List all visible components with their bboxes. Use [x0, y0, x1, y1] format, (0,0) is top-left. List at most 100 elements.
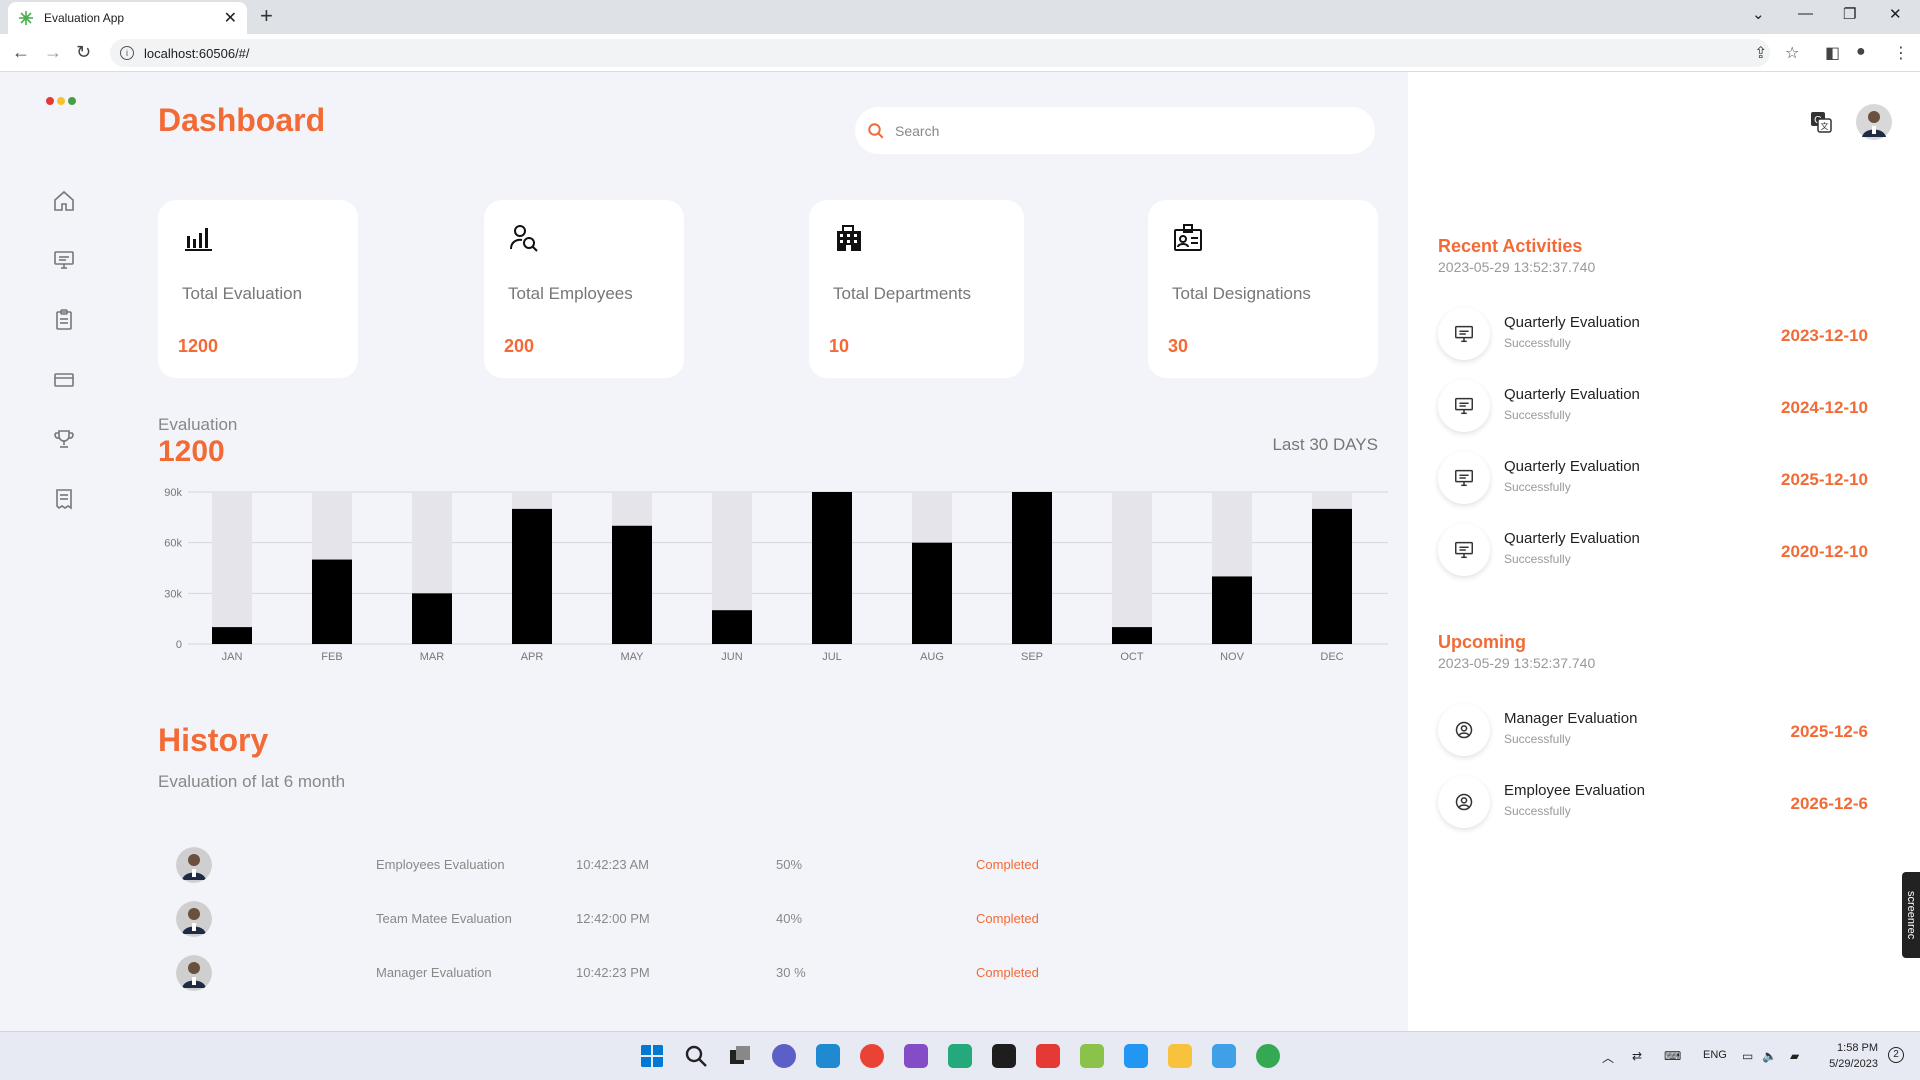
display-icon[interactable]: ▭ [1742, 1049, 1753, 1063]
trophy-icon[interactable] [52, 427, 76, 451]
search-icon [868, 122, 884, 138]
bar-sep[interactable] [1012, 492, 1052, 644]
bar-mar[interactable] [412, 593, 452, 644]
item-status: Successfully [1504, 336, 1571, 350]
item-title: Quarterly Evaluation [1504, 458, 1640, 475]
tab-title: Evaluation App [44, 11, 125, 25]
bookmark-star-icon[interactable]: ☆ [1785, 43, 1799, 63]
item-status: Successfully [1504, 408, 1571, 422]
item-date: 2020-12-10 [1781, 542, 1868, 561]
bar-aug[interactable] [912, 542, 952, 644]
history-row[interactable]: Employees Evaluation 10:42:23 AM 50% Comple… [176, 847, 1276, 883]
item-date: 2025-12-10 [1781, 470, 1868, 489]
recent-item[interactable]: Quarterly Evaluation Successfully 2024-12-… [1438, 380, 1868, 432]
chrome-icon[interactable] [1256, 1044, 1280, 1068]
receipt-icon[interactable] [52, 487, 76, 511]
side-panel-icon[interactable]: ◧ [1825, 43, 1840, 63]
history-time: 10:42:23 PM [576, 965, 650, 980]
bar-jan[interactable] [212, 627, 252, 644]
tray-chevron-icon[interactable]: ︿ [1602, 1049, 1614, 1066]
site-info-icon[interactable]: i [120, 46, 134, 60]
upcoming-item[interactable]: Manager Evaluation Successfully 2025-12-6 [1438, 704, 1868, 756]
file-explorer-icon[interactable] [1168, 1044, 1192, 1068]
restore-icon[interactable]: ❐ [1843, 5, 1856, 23]
volume-icon[interactable]: 🔈 [1762, 1049, 1777, 1063]
id-card-icon [1174, 224, 1202, 251]
battery-icon[interactable]: ▰ [1790, 1049, 1799, 1063]
green-dot-icon [68, 97, 76, 105]
avatar [176, 901, 212, 937]
upcoming-item[interactable]: Employee Evaluation Successfully 2026-12-6 [1438, 776, 1868, 828]
figma-icon[interactable] [992, 1044, 1016, 1068]
chrome-canary-icon[interactable] [860, 1044, 884, 1068]
user-avatar[interactable] [1856, 104, 1892, 140]
card-value: 200 [504, 336, 535, 356]
search-box[interactable] [855, 107, 1375, 154]
reload-icon[interactable]: ↻ [76, 42, 91, 63]
x-tick-label: JUL [822, 651, 842, 662]
recent-item[interactable]: Quarterly Evaluation Successfully 2020-12-… [1438, 524, 1868, 576]
keyboard-icon[interactable]: ⌨ [1664, 1049, 1681, 1063]
monitor-icon[interactable] [52, 248, 76, 272]
taskbar-search-icon[interactable] [684, 1044, 708, 1068]
system-clock[interactable]: 1:58 PM 5/29/2023 [1818, 1040, 1878, 1072]
vscode-green-icon[interactable] [948, 1044, 972, 1068]
anydesk-icon[interactable] [1036, 1044, 1060, 1068]
app-favicon-icon [19, 11, 33, 25]
monitor-icon [1438, 452, 1490, 504]
search-input[interactable] [895, 122, 1335, 139]
vscode-icon[interactable] [816, 1044, 840, 1068]
bar-oct[interactable] [1112, 627, 1152, 644]
card-total-designations[interactable]: Total Designations 30 [1148, 200, 1378, 378]
tray-sync-icon[interactable]: ⇄ [1632, 1049, 1642, 1063]
item-title: Manager Evaluation [1504, 710, 1638, 727]
teams-icon[interactable] [772, 1044, 796, 1068]
history-row[interactable]: Manager Evaluation 10:42:23 PM 30 % Complet… [176, 955, 1276, 991]
date-range-label[interactable]: Last 30 DAYS [1272, 435, 1378, 455]
task-view-icon[interactable] [728, 1044, 752, 1068]
tab-close-icon[interactable]: ✕ [224, 8, 237, 28]
recent-item[interactable]: Quarterly Evaluation Successfully 2025-12-… [1438, 452, 1868, 504]
home-icon[interactable] [52, 189, 76, 213]
card-label: Total Employees [508, 284, 633, 303]
x-tick-label: APR [521, 651, 544, 662]
snipping-tool-icon[interactable] [1080, 1044, 1104, 1068]
screenrec-tab[interactable]: screenrec [1902, 872, 1920, 958]
recent-item[interactable]: Quarterly Evaluation Successfully 2023-12-… [1438, 308, 1868, 360]
card-total-departments[interactable]: Total Departments 10 [809, 200, 1024, 378]
bar-jul[interactable] [812, 492, 852, 644]
bar-background [1112, 492, 1152, 644]
bar-may[interactable] [612, 525, 652, 644]
bar-jun[interactable] [712, 610, 752, 644]
browser-address-bar: ← → ↻ i localhost:60506/#/ ⇪ ☆ ◧ ● ⋮ [0, 34, 1920, 72]
tab-search-icon[interactable]: ⌄ [1752, 5, 1765, 23]
paint-icon[interactable] [1212, 1044, 1236, 1068]
notepad-icon[interactable] [1124, 1044, 1148, 1068]
card-total-employees[interactable]: Total Employees 200 [484, 200, 684, 378]
browser-tab[interactable]: Evaluation App ✕ [8, 2, 247, 34]
card-total-evaluation[interactable]: Total Evaluation 1200 [158, 200, 358, 378]
back-icon[interactable]: ← [12, 42, 30, 63]
bar-feb[interactable] [312, 559, 352, 644]
bar-dec[interactable] [1312, 508, 1352, 644]
minimize-icon[interactable]: — [1798, 5, 1813, 22]
window-close-icon[interactable]: ✕ [1889, 5, 1902, 23]
bar-chart-icon [185, 228, 212, 251]
bar-nov[interactable] [1212, 576, 1252, 644]
x-tick-label: AUG [920, 651, 944, 662]
share-icon[interactable]: ⇪ [1754, 43, 1767, 63]
credit-card-icon[interactable] [52, 368, 76, 392]
notification-badge[interactable]: 2 [1888, 1047, 1904, 1063]
history-row[interactable]: Team Matee Evaluation 12:42:00 PM 40% Compl… [176, 901, 1276, 937]
windows-start-icon[interactable] [640, 1044, 664, 1068]
profile-icon[interactable]: ● [1856, 43, 1866, 61]
url-field[interactable]: i localhost:60506/#/ [110, 39, 1770, 67]
new-tab-icon[interactable]: + [260, 3, 273, 29]
clipboard-icon[interactable] [52, 308, 76, 332]
visual-studio-icon[interactable] [904, 1044, 928, 1068]
language-indicator[interactable]: ENG [1703, 1049, 1727, 1061]
chrome-menu-icon[interactable]: ⋮ [1893, 43, 1909, 63]
translate-icon[interactable]: G文 [1809, 110, 1833, 134]
forward-icon[interactable]: → [44, 42, 62, 63]
bar-apr[interactable] [512, 508, 552, 644]
